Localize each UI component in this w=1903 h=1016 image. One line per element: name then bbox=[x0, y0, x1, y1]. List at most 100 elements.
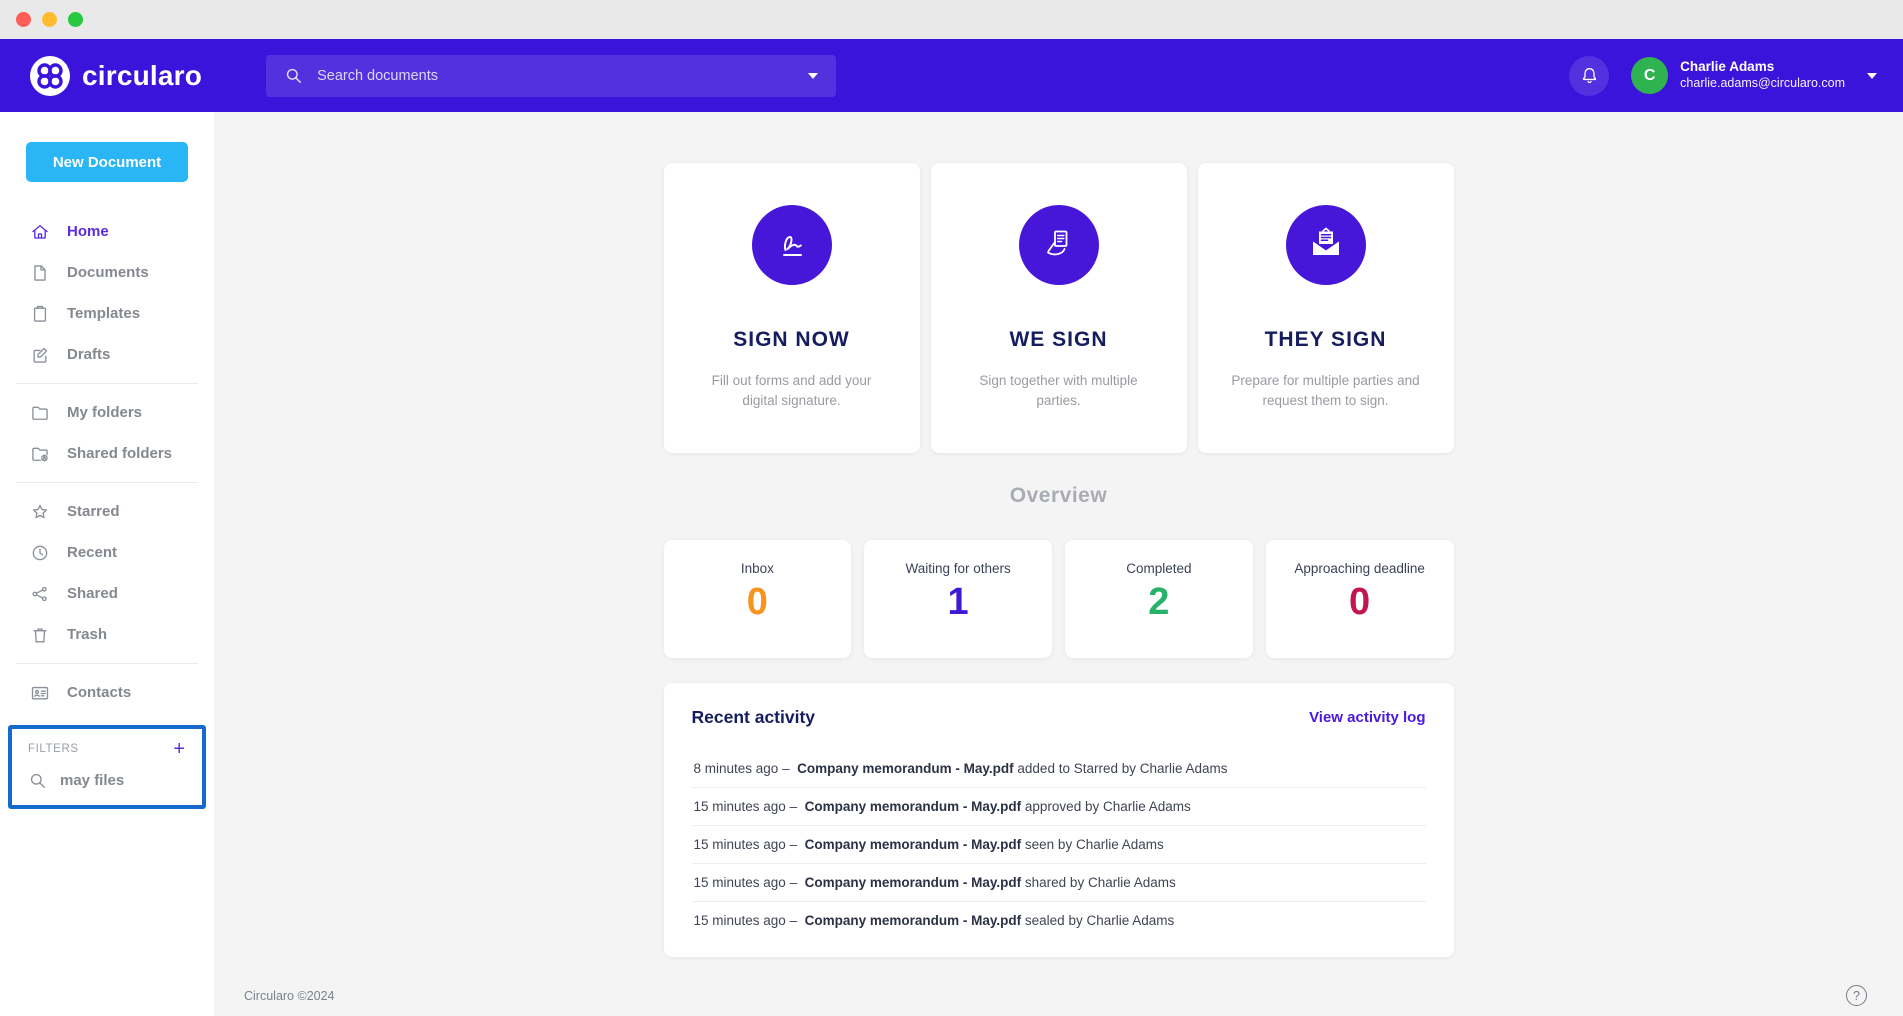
sidebar-item-contacts[interactable]: Contacts bbox=[0, 672, 214, 713]
user-email: charlie.adams@circularo.com bbox=[1680, 76, 1845, 92]
sidebar-item-label: Templates bbox=[67, 305, 140, 322]
activity-row: 15 minutes ago – Company memorandum - Ma… bbox=[692, 901, 1426, 939]
stat-label: Waiting for others bbox=[864, 561, 1052, 576]
shared-folder-icon bbox=[30, 444, 50, 464]
stat-waiting-for-others[interactable]: Waiting for others 1 bbox=[864, 540, 1052, 658]
group-sign-icon bbox=[1019, 205, 1099, 285]
sign-now-card[interactable]: SIGN NOW Fill out forms and add your dig… bbox=[664, 163, 920, 453]
sidebar-item-templates[interactable]: Templates bbox=[0, 293, 214, 334]
brand-name: circularo bbox=[82, 60, 202, 92]
filter-saved-search[interactable]: may files bbox=[28, 771, 187, 790]
avatar: C bbox=[1631, 57, 1668, 94]
activity-row: 15 minutes ago – Company memorandum - Ma… bbox=[692, 825, 1426, 863]
search-dropdown-caret-icon[interactable] bbox=[808, 73, 818, 79]
user-menu[interactable]: C Charlie Adams charlie.adams@circularo.… bbox=[1631, 57, 1877, 94]
sidebar-item-documents[interactable]: Documents bbox=[0, 252, 214, 293]
sidebar-item-starred[interactable]: Starred bbox=[0, 491, 214, 532]
bell-icon bbox=[1579, 65, 1600, 86]
clipboard-icon bbox=[30, 304, 50, 324]
notifications-button[interactable] bbox=[1569, 56, 1609, 96]
document-icon bbox=[30, 263, 50, 283]
activity-action: added to Starred by Charlie Adams bbox=[1017, 761, 1227, 776]
stat-inbox[interactable]: Inbox 0 bbox=[664, 540, 852, 658]
search-bar[interactable] bbox=[266, 55, 836, 97]
divider bbox=[16, 383, 198, 384]
add-filter-button[interactable]: + bbox=[173, 742, 187, 756]
envelope-sign-icon bbox=[1286, 205, 1366, 285]
sidebar-item-trash[interactable]: Trash bbox=[0, 614, 214, 655]
sidebar-item-my-folders[interactable]: My folders bbox=[0, 392, 214, 433]
sidebar-item-label: Shared folders bbox=[67, 445, 172, 462]
contacts-icon bbox=[30, 683, 50, 703]
sidebar-item-recent[interactable]: Recent bbox=[0, 532, 214, 573]
activity-document: Company memorandum - May.pdf bbox=[797, 761, 1014, 776]
home-icon bbox=[30, 222, 50, 242]
activity-row: 15 minutes ago – Company memorandum - Ma… bbox=[692, 787, 1426, 825]
main-content: SIGN NOW Fill out forms and add your dig… bbox=[214, 112, 1903, 1016]
filter-query-label: may files bbox=[60, 772, 124, 789]
card-title: WE SIGN bbox=[931, 328, 1187, 352]
sidebar-item-drafts[interactable]: Drafts bbox=[0, 334, 214, 375]
card-title: THEY SIGN bbox=[1198, 328, 1454, 352]
star-icon bbox=[30, 502, 50, 522]
sidebar-item-label: Starred bbox=[67, 503, 120, 520]
activity-document: Company memorandum - May.pdf bbox=[805, 875, 1022, 890]
search-icon bbox=[28, 771, 47, 790]
trash-icon bbox=[30, 625, 50, 645]
stat-approaching-deadline[interactable]: Approaching deadline 0 bbox=[1266, 540, 1454, 658]
activity-row: 8 minutes ago – Company memorandum - May… bbox=[692, 750, 1426, 787]
sidebar-item-label: Contacts bbox=[67, 684, 131, 701]
overview-title: Overview bbox=[664, 484, 1454, 508]
stat-completed[interactable]: Completed 2 bbox=[1065, 540, 1253, 658]
activity-document: Company memorandum - May.pdf bbox=[805, 837, 1022, 852]
edit-icon bbox=[30, 345, 50, 365]
they-sign-card[interactable]: THEY SIGN Prepare for multiple parties a… bbox=[1198, 163, 1454, 453]
sidebar: New Document Home Documents Templates Dr… bbox=[0, 112, 214, 1016]
activity-action: seen by Charlie Adams bbox=[1025, 837, 1164, 852]
stat-label: Approaching deadline bbox=[1266, 561, 1454, 576]
folder-icon bbox=[30, 403, 50, 423]
sidebar-item-label: Drafts bbox=[67, 346, 110, 363]
view-activity-log-link[interactable]: View activity log bbox=[1309, 709, 1425, 726]
circularo-logo-icon bbox=[30, 56, 70, 96]
filters-label: FILTERS bbox=[28, 743, 79, 755]
stat-value: 2 bbox=[1065, 581, 1253, 624]
sidebar-item-label: Documents bbox=[67, 264, 149, 281]
filters-panel: FILTERS + may files bbox=[8, 725, 206, 809]
we-sign-card[interactable]: WE SIGN Sign together with multiple part… bbox=[931, 163, 1187, 453]
sidebar-item-label: Shared bbox=[67, 585, 118, 602]
stat-label: Inbox bbox=[664, 561, 852, 576]
card-title: SIGN NOW bbox=[664, 328, 920, 352]
sidebar-item-label: Home bbox=[67, 223, 109, 240]
activity-document: Company memorandum - May.pdf bbox=[805, 799, 1022, 814]
activity-row: 15 minutes ago – Company memorandum - Ma… bbox=[692, 863, 1426, 901]
window-close-button[interactable] bbox=[16, 12, 31, 27]
activity-action: approved by Charlie Adams bbox=[1025, 799, 1191, 814]
sidebar-item-shared[interactable]: Shared bbox=[0, 573, 214, 614]
search-input[interactable] bbox=[317, 68, 794, 84]
new-document-button[interactable]: New Document bbox=[26, 142, 188, 182]
share-icon bbox=[30, 584, 50, 604]
clock-icon bbox=[30, 543, 50, 563]
stat-value: 0 bbox=[664, 581, 852, 624]
sidebar-item-home[interactable]: Home bbox=[0, 211, 214, 252]
help-button[interactable]: ? bbox=[1846, 985, 1867, 1006]
recent-activity-title: Recent activity bbox=[692, 707, 816, 728]
window-zoom-button[interactable] bbox=[68, 12, 83, 27]
search-icon bbox=[284, 66, 303, 85]
macos-titlebar bbox=[0, 0, 1903, 39]
sidebar-item-label: My folders bbox=[67, 404, 142, 421]
signature-icon bbox=[752, 205, 832, 285]
brand: circularo bbox=[30, 56, 202, 96]
activity-action: shared by Charlie Adams bbox=[1025, 875, 1176, 890]
divider bbox=[16, 663, 198, 664]
stat-value: 0 bbox=[1266, 581, 1454, 624]
window-minimize-button[interactable] bbox=[42, 12, 57, 27]
sidebar-item-label: Trash bbox=[67, 626, 107, 643]
sidebar-item-label: Recent bbox=[67, 544, 117, 561]
sidebar-item-shared-folders[interactable]: Shared folders bbox=[0, 433, 214, 474]
activity-action: sealed by Charlie Adams bbox=[1025, 913, 1174, 928]
card-description: Fill out forms and add your digital sign… bbox=[694, 371, 890, 410]
copyright-text: Circularo ©2024 bbox=[244, 989, 335, 1003]
stat-value: 1 bbox=[864, 581, 1052, 624]
